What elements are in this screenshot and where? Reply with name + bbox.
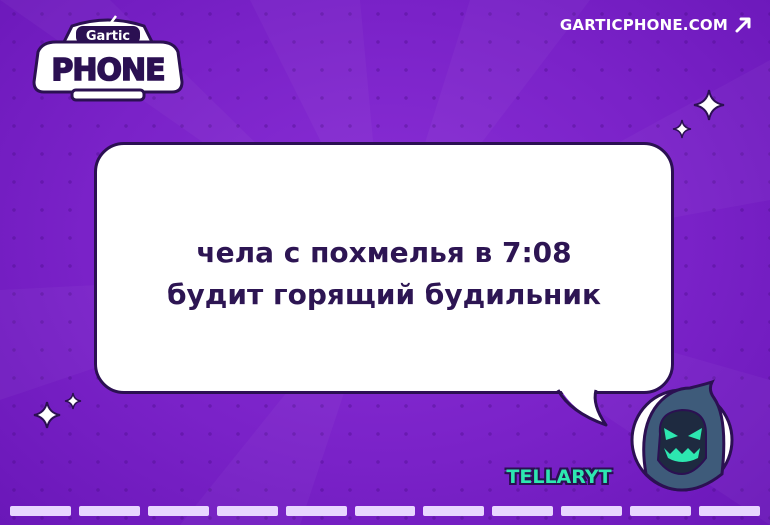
- caption-line-2: будит горящий будильник: [166, 278, 602, 311]
- hooded-skull-avatar-icon: [630, 379, 734, 492]
- site-link-label: GARTICPHONE.COM: [559, 16, 728, 34]
- progress-segment: [561, 506, 623, 516]
- progress-segment: [492, 506, 554, 516]
- gartic-phone-logo: Gartic PHONE: [32, 15, 184, 102]
- sparkle-icon: [672, 119, 692, 139]
- caption-text: чела с похмелья в 7:08 будит горящий буд…: [167, 232, 601, 316]
- caption-line-1: чела с похмелья в 7:08: [196, 236, 572, 269]
- site-link[interactable]: GARTICPHONE.COM: [560, 16, 752, 34]
- svg-text:PHONE: PHONE: [51, 53, 164, 88]
- caption-bubble: чела с похмелья в 7:08 будит горящий буд…: [94, 142, 674, 394]
- progress-segment: [354, 506, 416, 516]
- external-arrow-icon: [735, 17, 751, 33]
- sparkle-icon: [64, 392, 82, 410]
- sparkle-icon: [33, 401, 61, 429]
- round-progress: [10, 506, 760, 516]
- progress-segment: [78, 506, 140, 516]
- progress-segment: [10, 506, 71, 516]
- progress-segment: [285, 506, 347, 516]
- progress-segment: [630, 506, 692, 516]
- bubble-tail: [556, 380, 608, 427]
- progress-segment: [699, 506, 760, 516]
- sparkle-icon: [693, 89, 725, 121]
- progress-segment: [423, 506, 485, 516]
- player-name: TELLARYT: [506, 466, 612, 488]
- progress-segment: [216, 506, 278, 516]
- progress-segment: [147, 506, 209, 516]
